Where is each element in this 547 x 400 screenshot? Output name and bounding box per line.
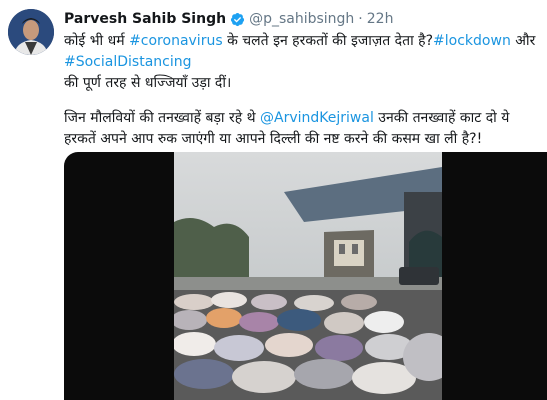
hashtag-coronavirus[interactable]: #coronavirus: [129, 33, 223, 49]
tweet-line-1: कोई भी धर्म #coronavirus के चलते इन हरकत…: [64, 33, 536, 49]
tweet-line-3: की पूर्ण तरह से धज्जियाँ उड़ा दीं।: [64, 75, 232, 91]
author-handle[interactable]: @p_sahibsingh: [249, 11, 354, 27]
verified-badge-icon: [230, 12, 245, 26]
hashtag-lockdown[interactable]: #lockdown: [433, 33, 511, 49]
tweet-line-2: #SocialDistancing: [64, 52, 540, 73]
author-avatar[interactable]: [8, 9, 54, 55]
video-frame[interactable]: [174, 152, 442, 400]
tweet-header: Parvesh Sahib Singh @p_sahibsingh · 22h: [64, 9, 393, 29]
tweet-timestamp[interactable]: 22h: [367, 11, 394, 27]
video-still-image: [174, 152, 442, 400]
tweet-video[interactable]: [64, 152, 547, 400]
mention-arvindkejriwal[interactable]: @ArvindKejriwal: [260, 110, 374, 126]
header-separator: ·: [358, 11, 363, 27]
author-name[interactable]: Parvesh Sahib Singh: [64, 11, 226, 27]
tweet-line-5: हरकतें अपने आप रुक जाएंगी या आपने दिल्ली…: [64, 131, 483, 147]
tweet-text: कोई भी धर्म #coronavirus के चलते इन हरकत…: [64, 31, 540, 150]
tweet-line-4: जिन मौलवियों की तनख्वाहें बड़ा रहे थे @A…: [64, 110, 510, 126]
hashtag-socialdistancing[interactable]: #SocialDistancing: [64, 54, 192, 70]
